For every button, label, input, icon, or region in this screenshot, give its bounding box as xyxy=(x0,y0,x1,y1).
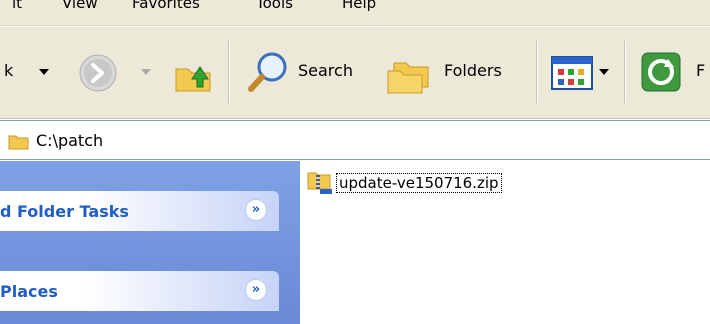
toolbar-truncated-label[interactable]: F xyxy=(696,61,705,80)
address-path[interactable]: C:\patch xyxy=(36,131,103,150)
back-button-label[interactable]: k xyxy=(4,61,13,80)
toolbar-separator xyxy=(536,41,538,103)
menu-bar: it View Favorites Tools Help xyxy=(0,0,710,26)
task-pane: d Folder Tasks » Places » xyxy=(0,161,300,324)
folder-icon xyxy=(8,135,29,150)
views-icon[interactable] xyxy=(550,53,596,93)
task-section-title: d Folder Tasks xyxy=(0,202,129,221)
task-section-places[interactable]: Places » xyxy=(0,271,279,311)
toolbar-separator xyxy=(228,41,230,103)
task-section-folder-tasks[interactable]: d Folder Tasks » xyxy=(0,191,279,231)
chevron-down-icon[interactable]: » xyxy=(245,279,267,301)
file-list[interactable]: update-ve150716.zip xyxy=(300,161,710,324)
toolbar-separator xyxy=(624,41,626,103)
menu-tools[interactable]: Tools xyxy=(256,0,293,12)
forward-arrow-icon[interactable] xyxy=(78,53,118,93)
chevron-down-icon[interactable]: » xyxy=(245,199,267,221)
folders-button[interactable]: Folders xyxy=(444,61,502,80)
menu-edit[interactable]: it xyxy=(12,0,22,12)
search-button[interactable]: Search xyxy=(298,61,353,80)
file-name[interactable]: update-ve150716.zip xyxy=(336,173,502,193)
forward-dropdown-icon[interactable] xyxy=(140,67,152,77)
menu-favorites[interactable]: Favorites xyxy=(132,0,200,12)
sync-icon[interactable] xyxy=(640,51,684,95)
up-folder-icon[interactable] xyxy=(172,49,216,95)
views-dropdown-icon[interactable] xyxy=(598,67,610,77)
back-dropdown-icon[interactable] xyxy=(38,67,50,77)
zip-file-icon xyxy=(307,172,332,194)
folders-icon[interactable] xyxy=(386,51,438,95)
address-bar[interactable]: C:\patch xyxy=(0,120,710,160)
menu-help[interactable]: Help xyxy=(342,0,376,12)
menu-view[interactable]: View xyxy=(62,0,98,12)
search-magnifier-icon[interactable] xyxy=(246,49,292,95)
task-section-title: Places xyxy=(0,282,58,301)
toolbar: k Search Folders F xyxy=(0,27,710,119)
